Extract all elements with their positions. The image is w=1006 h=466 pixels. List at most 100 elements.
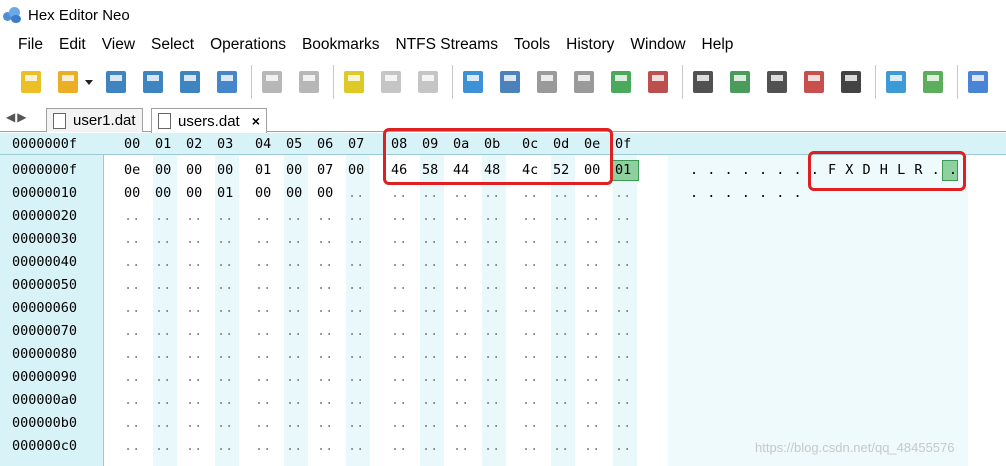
hex-byte[interactable]: .. [317, 435, 333, 458]
hex-byte[interactable]: .. [484, 366, 500, 389]
text-column-row[interactable]: . . . . . . . [690, 182, 802, 205]
hex-byte[interactable]: .. [522, 366, 538, 389]
hex-byte[interactable]: .. [484, 412, 500, 435]
hex-byte[interactable]: .. [348, 435, 364, 458]
hex-byte[interactable]: .. [422, 389, 438, 412]
hex-byte[interactable]: .. [522, 251, 538, 274]
hex-byte[interactable]: .. [155, 297, 171, 320]
hex-byte[interactable]: .. [553, 182, 569, 205]
jump-icon[interactable] [458, 66, 488, 98]
hex-byte[interactable]: .. [391, 182, 407, 205]
hex-byte[interactable]: 00 [155, 182, 171, 205]
hex-byte[interactable]: .. [217, 251, 233, 274]
hex-byte[interactable]: 01 [255, 159, 271, 182]
compare-icon[interactable] [762, 66, 792, 98]
menu-item-window[interactable]: Window [630, 36, 685, 54]
hex-byte[interactable]: .. [553, 343, 569, 366]
hex-byte[interactable]: .. [217, 389, 233, 412]
hex-byte[interactable]: .. [255, 297, 271, 320]
hex-byte[interactable]: .. [522, 182, 538, 205]
menu-item-help[interactable]: Help [702, 36, 734, 54]
hex-byte[interactable]: .. [422, 297, 438, 320]
hex-byte[interactable]: 00 [286, 159, 302, 182]
hex-byte[interactable]: .. [584, 366, 600, 389]
binary-icon[interactable] [836, 66, 866, 98]
hex-byte[interactable]: .. [124, 274, 140, 297]
hex-byte[interactable]: .. [255, 274, 271, 297]
hex-byte[interactable]: .. [615, 205, 631, 228]
hex-byte[interactable]: .. [453, 343, 469, 366]
hex-byte[interactable]: .. [255, 251, 271, 274]
hex-byte[interactable]: .. [217, 366, 233, 389]
hex-byte[interactable]: .. [484, 205, 500, 228]
hex-byte[interactable]: .. [186, 274, 202, 297]
new-file-icon[interactable] [16, 66, 46, 98]
hex-byte[interactable]: .. [286, 343, 302, 366]
menu-item-operations[interactable]: Operations [210, 36, 286, 54]
hex-byte[interactable]: .. [124, 228, 140, 251]
hex-byte[interactable]: .. [124, 320, 140, 343]
hex-byte[interactable]: .. [484, 297, 500, 320]
hex-byte[interactable]: .. [584, 274, 600, 297]
checksum-icon[interactable] [799, 66, 829, 98]
hex-byte[interactable]: .. [186, 297, 202, 320]
save-all-icon[interactable] [175, 66, 205, 98]
hex-byte[interactable]: .. [155, 366, 171, 389]
hex-byte[interactable]: .. [453, 412, 469, 435]
hex-byte[interactable]: .. [317, 297, 333, 320]
hex-byte[interactable]: .. [286, 435, 302, 458]
hex-byte[interactable]: .. [615, 435, 631, 458]
hex-byte[interactable]: .. [522, 228, 538, 251]
hex-byte[interactable]: .. [391, 251, 407, 274]
close-icon[interactable]: × [252, 113, 260, 129]
hex-byte[interactable]: .. [124, 343, 140, 366]
hex-byte[interactable]: .. [255, 320, 271, 343]
hex-byte[interactable]: .. [317, 205, 333, 228]
hex-byte[interactable]: .. [186, 205, 202, 228]
hex-byte[interactable]: .. [522, 274, 538, 297]
hex-byte[interactable]: .. [553, 320, 569, 343]
hex-byte[interactable]: .. [615, 366, 631, 389]
hex-byte[interactable]: .. [217, 412, 233, 435]
hex-byte[interactable]: .. [348, 182, 364, 205]
print-icon[interactable] [212, 66, 242, 98]
hex-byte[interactable]: 00 [217, 159, 233, 182]
hex-byte[interactable]: .. [553, 435, 569, 458]
hex-byte[interactable]: .. [286, 205, 302, 228]
hex-byte[interactable]: 01 [615, 159, 631, 182]
hex-byte[interactable]: .. [553, 205, 569, 228]
menu-item-tools[interactable]: Tools [514, 36, 550, 54]
paste-icon[interactable] [413, 66, 443, 98]
hex-byte[interactable]: .. [484, 274, 500, 297]
hex-byte[interactable]: .. [522, 343, 538, 366]
hex-byte[interactable]: .. [391, 320, 407, 343]
hex-byte[interactable]: .. [422, 251, 438, 274]
tab-nav-arrows[interactable]: ◀▶ [6, 110, 28, 124]
tab-users[interactable]: users.dat × [151, 108, 267, 133]
hex-byte[interactable]: 00 [186, 182, 202, 205]
hex-byte[interactable]: .. [522, 205, 538, 228]
hex-byte[interactable]: .. [391, 297, 407, 320]
hex-byte[interactable]: .. [615, 228, 631, 251]
hex-byte[interactable]: .. [484, 435, 500, 458]
hex-byte[interactable]: .. [286, 389, 302, 412]
hex-byte[interactable]: 01 [217, 182, 233, 205]
hex-byte[interactable]: .. [553, 412, 569, 435]
hex-byte[interactable]: .. [186, 320, 202, 343]
hex-byte[interactable]: .. [553, 274, 569, 297]
fullscreen-icon[interactable] [881, 66, 911, 98]
hex-byte[interactable]: .. [317, 366, 333, 389]
hex-byte[interactable]: .. [484, 182, 500, 205]
hex-byte[interactable]: .. [348, 343, 364, 366]
hex-byte[interactable]: .. [186, 366, 202, 389]
hex-byte[interactable]: .. [484, 389, 500, 412]
hex-byte[interactable]: .. [124, 205, 140, 228]
hex-byte[interactable]: .. [124, 412, 140, 435]
hex-byte[interactable]: .. [348, 228, 364, 251]
hex-byte[interactable]: .. [217, 320, 233, 343]
hex-byte[interactable]: .. [422, 228, 438, 251]
hex-byte[interactable]: .. [217, 205, 233, 228]
hex-byte[interactable]: .. [584, 205, 600, 228]
hex-byte[interactable]: .. [155, 274, 171, 297]
marker-icon[interactable] [918, 66, 948, 98]
